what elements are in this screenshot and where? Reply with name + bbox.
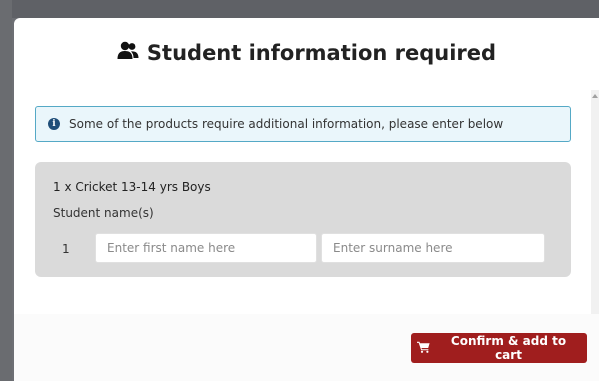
surname-input[interactable] [321,233,545,263]
modal-title: Student information required [14,40,599,65]
backdrop-left [0,0,12,381]
student-names-label: Student name(s) [53,206,154,220]
product-title: 1 x Cricket 13-14 yrs Boys [53,180,211,194]
info-alert: i Some of the products require additiona… [35,106,571,142]
student-row-number: 1 [62,242,70,256]
scroll-up-arrow-icon[interactable] [592,94,598,98]
first-name-input[interactable] [95,233,317,263]
student-info-modal: Student information required i Some of t… [14,18,599,381]
confirm-add-to-cart-button[interactable]: Confirm & add to cart [411,333,587,363]
users-icon [117,40,139,65]
modal-title-text: Student information required [146,40,497,65]
info-message: Some of the products require additional … [69,117,504,131]
scrollbar[interactable] [591,90,599,334]
cart-icon [417,341,430,356]
product-panel: 1 x Cricket 13-14 yrs Boys Student name(… [35,162,571,277]
backdrop-top [0,0,599,18]
confirm-button-label: Confirm & add to cart [450,334,567,362]
info-circle-icon: i [48,118,60,130]
